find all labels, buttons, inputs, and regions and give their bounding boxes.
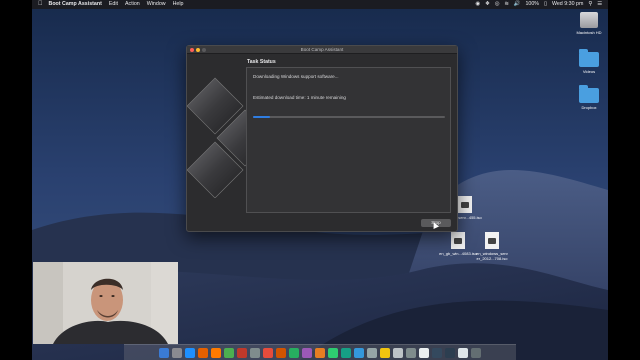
folder-icon: [579, 49, 599, 67]
spotify-icon[interactable]: [289, 347, 299, 358]
system-preferences-icon[interactable]: [406, 347, 416, 358]
battery-percent[interactable]: 100%: [525, 0, 539, 9]
task-status-heading: Task Status: [247, 59, 276, 65]
battery-icon[interactable]: ▯: [544, 0, 547, 9]
safari-icon[interactable]: [185, 347, 195, 358]
screen:  Boot Camp Assistant Edit Action Window…: [0, 0, 640, 360]
menu-help[interactable]: Help: [173, 0, 184, 9]
close-button[interactable]: [190, 48, 194, 52]
task-status-panel: Downloading Windows support software... …: [246, 67, 451, 213]
spotlight-icon[interactable]: ⚲: [588, 0, 592, 9]
desktop-icon-label: Macintosh HD: [576, 30, 602, 35]
app-icon-18[interactable]: [380, 347, 390, 358]
finder-icon[interactable]: [159, 347, 169, 358]
desktop-icon-dropbox[interactable]: Dropbox: [569, 85, 609, 110]
chrome-icon[interactable]: [224, 347, 234, 358]
status-icon-1[interactable]: ◉: [475, 0, 480, 9]
dropbox-status-icon[interactable]: ❖: [485, 0, 490, 9]
disk-image-icon: [458, 196, 472, 213]
app-icon-19[interactable]: [393, 347, 403, 358]
dock: [124, 344, 516, 360]
app-icon-23[interactable]: [445, 347, 455, 358]
app-icon-9[interactable]: [263, 347, 273, 358]
clock[interactable]: Wed 9:30 pm: [552, 0, 583, 9]
trash-icon[interactable]: [471, 347, 481, 358]
notification-center-icon[interactable]: ☰: [597, 0, 602, 9]
app-icon-12[interactable]: [302, 347, 312, 358]
menu-app-name[interactable]: Boot Camp Assistant: [49, 0, 102, 9]
app-icon-21[interactable]: [419, 347, 429, 358]
vlc-icon[interactable]: [211, 347, 221, 358]
status-area: ◉ ❖ ◎ ≋ 🔊 100% ▯ Wed 9:30 pm ⚲ ☰: [470, 0, 602, 9]
app-icon-13[interactable]: [315, 347, 325, 358]
folder-icon: [579, 85, 599, 103]
desktop-icon-videos[interactable]: Videos: [569, 49, 609, 74]
status-icon-3[interactable]: ◎: [495, 0, 500, 9]
desktop-icon-macintosh-hd[interactable]: Macintosh HD: [569, 12, 609, 35]
webcam-overlay: [33, 262, 178, 344]
desktop-icon-label: en_windows_serv er_2012...708.iso: [476, 251, 508, 261]
app-icon-16[interactable]: [354, 347, 364, 358]
app-icon-15[interactable]: [341, 347, 351, 358]
desktop-icon-label: Videos: [582, 69, 596, 74]
hard-drive-icon: [580, 12, 598, 28]
downloads-stack-icon[interactable]: [458, 347, 468, 358]
app-icon-7[interactable]: [237, 347, 247, 358]
wifi-icon[interactable]: ≋: [504, 0, 508, 9]
menu-edit[interactable]: Edit: [109, 0, 118, 9]
volume-icon[interactable]: 🔊: [514, 0, 521, 9]
disk-image-icon: [485, 232, 499, 249]
right-pillarbox: [608, 0, 640, 360]
desktop-icon-label: Dropbox: [581, 105, 597, 110]
menu-window[interactable]: Window: [147, 0, 166, 9]
app-icon-10[interactable]: [276, 347, 286, 358]
app-icon-14[interactable]: [328, 347, 338, 358]
download-progress-bar: [253, 116, 445, 118]
launchpad-icon[interactable]: [172, 347, 182, 358]
window-title: Boot Camp Assistant: [300, 47, 344, 52]
time-remaining-message: Estimated download time: 1 minute remain…: [253, 95, 346, 100]
app-icon-17[interactable]: [367, 347, 377, 358]
window-titlebar[interactable]: Boot Camp Assistant: [187, 46, 457, 54]
firefox-icon[interactable]: [198, 347, 208, 358]
menu-action[interactable]: Action: [125, 0, 140, 9]
apple-menu-icon[interactable]: : [38, 0, 43, 9]
app-icon-22[interactable]: [432, 347, 442, 358]
left-pillarbox: [0, 0, 32, 360]
status-message: Downloading Windows support software...: [253, 74, 339, 79]
zoom-button[interactable]: [202, 48, 206, 52]
download-progress-fill: [253, 116, 271, 118]
menu-bar:  Boot Camp Assistant Edit Action Window…: [32, 0, 608, 9]
minimize-button[interactable]: [196, 48, 200, 52]
app-icon-8[interactable]: [250, 347, 260, 358]
disk-image-icon: [451, 232, 465, 249]
boot-camp-window: Boot Camp Assistant Task Status Download…: [186, 45, 458, 232]
desktop-icon-iso-3[interactable]: en_windows_serv er_2012...708.iso: [472, 232, 512, 261]
